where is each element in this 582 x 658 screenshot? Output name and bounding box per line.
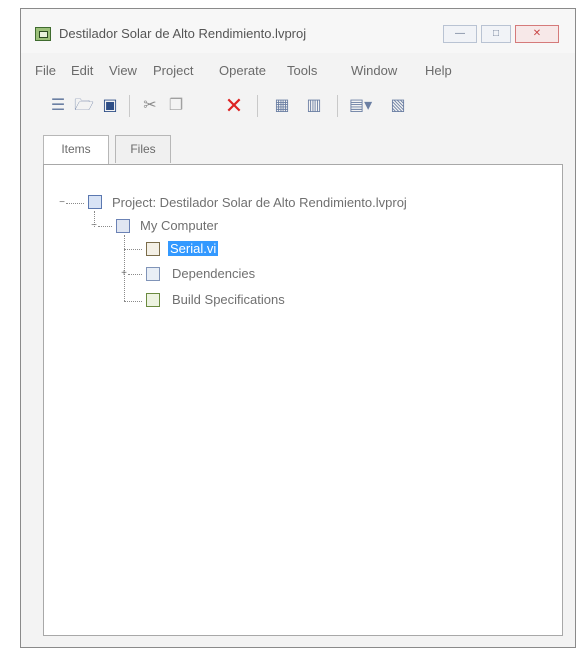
tab-items[interactable]: Items [43, 135, 109, 165]
menu-operate[interactable]: Operate [219, 63, 266, 78]
tree-connector [124, 301, 142, 302]
properties-icon[interactable]: ▧ [387, 95, 409, 117]
minimize-button[interactable]: — [443, 25, 477, 43]
tree-connector [128, 274, 142, 275]
menu-view[interactable]: View [109, 63, 137, 78]
menu-bar: File Edit View Project Operate Tools Win… [21, 59, 575, 85]
tree-connector [98, 226, 112, 227]
project-icon [88, 195, 102, 209]
menu-edit[interactable]: Edit [71, 63, 93, 78]
my-computer-label[interactable]: My Computer [140, 218, 218, 233]
toolbar-separator [257, 95, 258, 117]
maximize-button[interactable]: □ [481, 25, 511, 43]
new-icon[interactable]: ☰ [47, 95, 69, 117]
add-icon[interactable]: ▦ [271, 95, 293, 117]
view-icon[interactable]: ▤▾ [349, 95, 372, 117]
tree-connector [124, 249, 142, 250]
collapse-root-icon[interactable]: − [58, 198, 66, 208]
menu-project[interactable]: Project [153, 63, 193, 78]
save-icon[interactable]: ▣ [99, 95, 121, 117]
project-root-label[interactable]: Project: Destilador Solar de Alto Rendim… [112, 195, 407, 210]
toolbar-separator [129, 95, 130, 117]
vi-icon [146, 242, 160, 256]
close-button[interactable]: ✕ [515, 25, 559, 43]
open-icon[interactable]: 🗁 [73, 95, 95, 117]
collapse-computer-icon[interactable]: − [90, 221, 98, 231]
tree-connector [66, 203, 84, 204]
labview-project-icon [35, 27, 51, 41]
tree-item-build-specifications[interactable]: Build Specifications [172, 292, 285, 307]
toolbar: ☰ 🗁 ▣ ✂ ❐ ✕ ▦ ▥ ▤▾ ▧ [21, 89, 575, 123]
tree-item-serial-vi[interactable]: Serial.vi [168, 241, 219, 256]
project-tree: − Project: Destilador Solar de Alto Rend… [43, 164, 563, 636]
menu-help[interactable]: Help [425, 63, 452, 78]
title-bar[interactable]: Destilador Solar de Alto Rendimiento.lvp… [21, 9, 575, 53]
project-explorer-window: Destilador Solar de Alto Rendimiento.lvp… [20, 8, 576, 648]
tree-item-dependencies[interactable]: Dependencies [172, 266, 255, 281]
build-specifications-icon [146, 293, 160, 307]
computer-icon [116, 219, 130, 233]
organize-icon[interactable]: ▥ [303, 95, 325, 117]
cut-icon[interactable]: ✂ [139, 95, 161, 117]
menu-window[interactable]: Window [351, 63, 397, 78]
window-title: Destilador Solar de Alto Rendimiento.lvp… [59, 26, 307, 41]
menu-tools[interactable]: Tools [287, 63, 317, 78]
expand-dependencies-icon[interactable]: + [120, 269, 128, 279]
delete-icon[interactable]: ✕ [223, 95, 245, 117]
tab-files[interactable]: Files [115, 135, 171, 163]
toolbar-separator [337, 95, 338, 117]
menu-file[interactable]: File [35, 63, 56, 78]
dependencies-icon [146, 267, 160, 281]
copy-icon[interactable]: ❐ [165, 95, 187, 117]
